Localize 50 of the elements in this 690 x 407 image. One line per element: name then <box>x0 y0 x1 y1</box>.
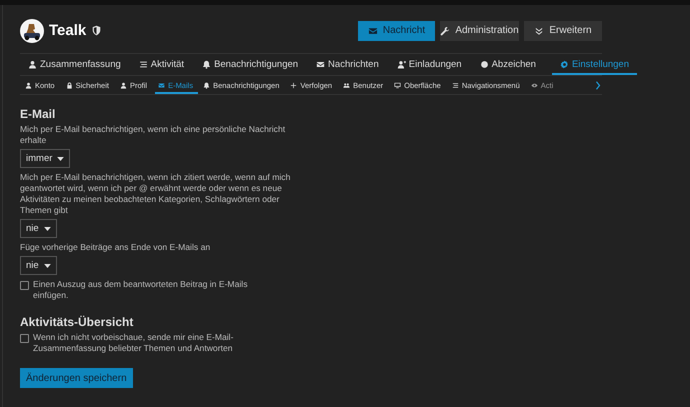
add-person-icon <box>396 60 406 69</box>
caret-icon <box>44 226 51 230</box>
checkbox-label: Einen Auszug aus dem beantworteten Beitrag in E-Mails einfügen. <box>33 279 248 301</box>
lock-icon <box>66 82 73 88</box>
plus-icon <box>290 82 298 88</box>
checkbox[interactable] <box>20 281 29 290</box>
dropdown[interactable]: nie <box>20 219 57 238</box>
users-icon <box>343 82 350 88</box>
monitor-icon <box>394 82 402 88</box>
nav-tab[interactable]: Nachrichten <box>316 54 397 75</box>
header-button[interactable]: Nachricht <box>358 20 435 40</box>
bell-icon <box>203 82 210 88</box>
header-button[interactable]: Erweitern <box>524 20 602 40</box>
checkbox[interactable] <box>20 334 29 343</box>
envelope-icon <box>316 60 326 69</box>
nav-tab[interactable]: Abzeichen <box>480 54 554 75</box>
field-label: Füge vorherige Beiträge ans Ende von E-Mails an <box>20 242 212 253</box>
dropdown[interactable]: nie <box>20 256 57 275</box>
nav-tab[interactable]: Einladungen <box>396 54 480 75</box>
person-icon <box>25 82 32 88</box>
save-button[interactable]: Änderungen speichern <box>20 368 133 388</box>
chevron-right-icon[interactable] <box>595 80 601 90</box>
person-icon <box>28 60 37 69</box>
settings-icon <box>560 60 569 69</box>
field-label: Mich per E-Mail benachrichtigen, wenn ich zitiert werde, wenn auf mich geantwortet wird, wenn ich per @ erwähnt werde oder wenn es neue Aktivitäten zu meinen beobachteten Kategorien, Schlagwörtern oder Themen gibt <box>20 172 292 216</box>
eye-icon <box>530 82 538 88</box>
bell-icon <box>202 60 212 69</box>
caret-icon <box>57 156 64 160</box>
section-heading: Aktivitäts-Übersicht <box>20 315 134 329</box>
wrench-icon <box>440 26 450 36</box>
nav-tab[interactable]: Benachrichtigungen <box>202 54 316 75</box>
username: Tealk <box>49 22 86 39</box>
double-chevron-icon <box>534 26 544 36</box>
list-icon <box>138 60 148 69</box>
circle-icon <box>480 60 489 69</box>
shield-icon <box>91 25 102 36</box>
header-button[interactable]: Administration <box>440 20 519 40</box>
checkbox-label: Wenn ich nicht vorbeischaue, sende mir eine E-Mail-Zusammenfassung beliebter Themen und Antworten <box>33 332 234 354</box>
avatar <box>20 18 44 42</box>
field-label: Mich per E-Mail benachrichtigen, wenn ich eine persönliche Nachricht erhalte <box>20 124 286 146</box>
person-icon <box>120 82 127 88</box>
envelope-icon <box>158 82 166 88</box>
envelope-icon <box>368 26 378 36</box>
caret-icon <box>44 264 51 268</box>
nav-tab[interactable]: Einstellungen <box>552 54 637 75</box>
nav-tab[interactable]: Zusammenfassung <box>28 54 139 75</box>
section-heading: E-Mail <box>20 107 56 121</box>
dropdown[interactable]: immer <box>20 149 70 168</box>
list-icon <box>452 82 459 88</box>
nav-tab[interactable]: Aktivität <box>138 54 202 75</box>
